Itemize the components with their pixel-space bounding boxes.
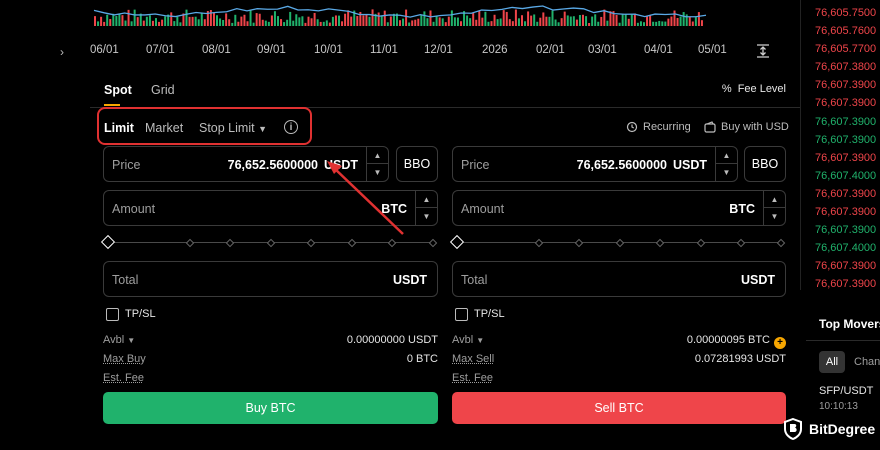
orderbook-row[interactable]: 76,607.3900 [815,113,880,131]
orderbook-row[interactable]: 76,607.3900 [815,185,880,203]
top-movers-pair[interactable]: SFP/USDT [819,385,873,397]
orderbook-row[interactable]: 76,607.3900 [815,94,880,112]
orderbook-row[interactable]: 76,607.3900 [815,149,880,167]
top-movers-divider [806,340,880,341]
orderbook-row[interactable]: 76,607.3900 [815,131,880,149]
bitdegree-logo-icon [784,418,802,440]
watermark-label: BitDegree [809,421,876,437]
bitdegree-watermark: BitDegree [783,418,875,440]
orderbook-row[interactable]: 76,607.3900 [815,275,880,293]
top-movers-time: 10:10:13 [819,401,858,412]
orderbook-row[interactable]: 76,607.4000 [815,167,880,185]
orderbook-row[interactable]: 76,605.7600 [815,22,880,40]
orderbook-row[interactable]: 76,605.7700 [815,40,880,58]
orderbook-row[interactable]: 76,607.3900 [815,76,880,94]
orderbook-row[interactable]: 76,607.3900 [815,203,880,221]
top-movers-filter-change[interactable]: Chan [854,356,880,368]
annotation-arrow [327,161,404,235]
orderbook-row[interactable]: 76,607.3800 [815,58,880,76]
orderbook-row[interactable]: 76,605.7500 [815,4,880,22]
order-book: 76,605.7500 76,605.7600 76,605.7700 76,607.… [815,4,880,294]
orderbook-row[interactable]: 76,607.4000 [815,239,880,257]
top-movers-filter-all[interactable]: All [819,351,845,373]
orderbook-row[interactable]: 76,607.3900 [815,257,880,275]
top-movers-title: Top Movers [819,317,880,331]
orderbook-row[interactable]: 76,607.3900 [815,221,880,239]
